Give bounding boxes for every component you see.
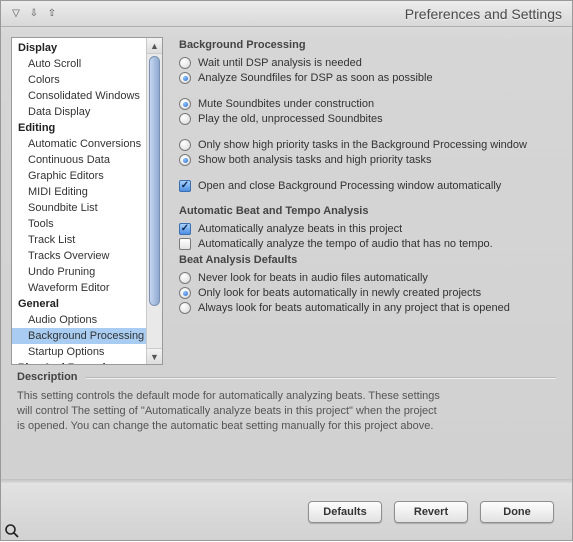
sidebar-category-display[interactable]: Display (12, 40, 146, 56)
divider (86, 377, 556, 378)
radio-icon[interactable] (179, 139, 191, 151)
radio-only-new-projects[interactable]: Only look for beats automatically in new… (179, 287, 556, 299)
radio-icon[interactable] (179, 302, 191, 314)
radio-icon[interactable] (179, 72, 191, 84)
radio-icon[interactable] (179, 57, 191, 69)
titlebar: ▽ ⇩ ⇧ Preferences and Settings (1, 1, 572, 27)
radio-analyze-asap[interactable]: Analyze Soundfiles for DSP as soon as po… (179, 72, 556, 84)
section-beat-defaults-title: Beat Analysis Defaults (179, 254, 556, 266)
footer: Defaults Revert Done (1, 482, 572, 540)
radio-wait-dsp[interactable]: Wait until DSP analysis is needed (179, 57, 556, 69)
radio-label: Analyze Soundfiles for DSP as soon as po… (198, 72, 433, 84)
sidebar-list: Display Auto Scroll Colors Consolidated … (12, 38, 146, 364)
radio-icon[interactable] (179, 113, 191, 125)
sidebar-item-auto-scroll[interactable]: Auto Scroll (12, 56, 146, 72)
up-arrow-icon[interactable]: ⇧ (45, 7, 59, 21)
sidebar-item-continuous-data[interactable]: Continuous Data (12, 152, 146, 168)
sidebar-item-tracks-overview[interactable]: Tracks Overview (12, 248, 146, 264)
check-auto-analyze-beats[interactable]: Automatically analyze beats in this proj… (179, 223, 556, 235)
sidebar-item-colors[interactable]: Colors (12, 72, 146, 88)
radio-label: Show both analysis tasks and high priori… (198, 154, 432, 166)
radio-label: Mute Soundbites under construction (198, 98, 374, 110)
radio-mute-soundbites[interactable]: Mute Soundbites under construction (179, 98, 556, 110)
content-pane: Background Processing Wait until DSP ana… (173, 37, 562, 365)
checkbox-icon[interactable] (179, 223, 191, 235)
sidebar-item-audio-options[interactable]: Audio Options (12, 312, 146, 328)
checkbox-label: Automatically analyze beats in this proj… (198, 223, 402, 235)
radio-label: Wait until DSP analysis is needed (198, 57, 362, 69)
menu-triangle-icon[interactable]: ▽ (9, 7, 23, 21)
checkbox-label: Open and close Background Processing win… (198, 180, 501, 192)
sidebar-item-data-display[interactable]: Data Display (12, 104, 146, 120)
scroll-thumb[interactable] (149, 56, 160, 306)
sidebar: Display Auto Scroll Colors Consolidated … (11, 37, 163, 365)
sidebar-item-consolidated-windows[interactable]: Consolidated Windows (12, 88, 146, 104)
sidebar-category-general[interactable]: General (12, 296, 146, 312)
sidebar-item-track-list[interactable]: Track List (12, 232, 146, 248)
revert-button[interactable]: Revert (394, 501, 468, 523)
footer-divider (1, 479, 572, 483)
radio-both-tasks[interactable]: Show both analysis tasks and high priori… (179, 154, 556, 166)
done-button[interactable]: Done (480, 501, 554, 523)
radio-label: Always look for beats automatically in a… (198, 302, 510, 314)
magnify-icon[interactable] (4, 523, 20, 539)
description-text: This setting controls the default mode f… (17, 389, 447, 434)
check-open-close-window[interactable]: Open and close Background Processing win… (179, 180, 556, 192)
sidebar-item-soundbite-list[interactable]: Soundbite List (12, 200, 146, 216)
scroll-up-icon[interactable]: ▲ (147, 38, 162, 54)
titlebar-icons: ▽ ⇩ ⇧ (9, 7, 59, 21)
sidebar-item-undo-pruning[interactable]: Undo Pruning (12, 264, 146, 280)
radio-never-look[interactable]: Never look for beats in audio files auto… (179, 272, 556, 284)
defaults-button[interactable]: Defaults (308, 501, 382, 523)
description-heading: Description (17, 371, 78, 383)
radio-icon[interactable] (179, 98, 191, 110)
radio-label: Play the old, unprocessed Soundbites (198, 113, 383, 125)
sidebar-item-automatic-conversions[interactable]: Automatic Conversions (12, 136, 146, 152)
scroll-down-icon[interactable]: ▼ (147, 348, 162, 364)
sidebar-item-background-processing[interactable]: Background Processing (12, 328, 146, 344)
section-auto-beat-tempo-title: Automatic Beat and Tempo Analysis (179, 205, 556, 217)
sidebar-item-graphic-editors[interactable]: Graphic Editors (12, 168, 146, 184)
sidebar-category-play-and-record[interactable]: Play And Record (12, 360, 146, 364)
section-background-processing-title: Background Processing (179, 39, 556, 51)
sidebar-item-startup-options[interactable]: Startup Options (12, 344, 146, 360)
radio-play-old[interactable]: Play the old, unprocessed Soundbites (179, 113, 556, 125)
sidebar-item-midi-editing[interactable]: MIDI Editing (12, 184, 146, 200)
sidebar-scrollbar[interactable]: ▲ ▼ (146, 38, 162, 364)
radio-only-high-priority[interactable]: Only show high priority tasks in the Bac… (179, 139, 556, 151)
down-arrow-icon[interactable]: ⇩ (27, 7, 41, 21)
description-area: Description This setting controls the de… (17, 371, 556, 434)
window-title: Preferences and Settings (405, 6, 562, 22)
radio-label: Never look for beats in audio files auto… (198, 272, 428, 284)
check-auto-analyze-tempo[interactable]: Automatically analyze the tempo of audio… (179, 238, 556, 250)
radio-icon[interactable] (179, 272, 191, 284)
checkbox-label: Automatically analyze the tempo of audio… (198, 238, 493, 250)
radio-label: Only look for beats automatically in new… (198, 287, 481, 299)
radio-label: Only show high priority tasks in the Bac… (198, 139, 527, 151)
preferences-window: ▽ ⇩ ⇧ Preferences and Settings Display A… (0, 0, 573, 541)
sidebar-category-editing[interactable]: Editing (12, 120, 146, 136)
body: Display Auto Scroll Colors Consolidated … (1, 27, 572, 365)
sidebar-item-waveform-editor[interactable]: Waveform Editor (12, 280, 146, 296)
radio-always-look[interactable]: Always look for beats automatically in a… (179, 302, 556, 314)
sidebar-item-tools[interactable]: Tools (12, 216, 146, 232)
checkbox-icon[interactable] (179, 238, 191, 250)
checkbox-icon[interactable] (179, 180, 191, 192)
radio-icon[interactable] (179, 287, 191, 299)
radio-icon[interactable] (179, 154, 191, 166)
